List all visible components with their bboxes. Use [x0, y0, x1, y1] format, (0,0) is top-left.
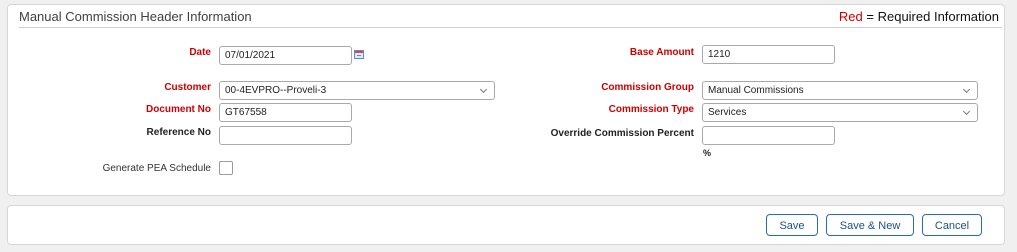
required-legend: Red = Required Information [839, 9, 999, 24]
date-input[interactable]: 07/01/2021 [219, 46, 352, 65]
document-no-label: Document No [146, 104, 211, 115]
legend-red-text: Red [838, 9, 863, 24]
commission-type-label: Commission Type [608, 104, 694, 115]
customer-select[interactable]: 00-4EVPRO--Proveli-3 [219, 81, 495, 100]
calendar-icon[interactable] [354, 50, 364, 59]
commission-group-label: Commission Group [601, 82, 694, 93]
customer-label: Customer [164, 82, 211, 93]
generate-pea-checkbox[interactable] [219, 161, 233, 175]
override-percent-input[interactable] [702, 126, 835, 145]
save-and-new-button[interactable]: Save & New [826, 214, 914, 236]
generate-pea-label: Generate PEA Schedule [102, 163, 211, 174]
panel-title: Manual Commission Header Information [19, 9, 252, 24]
base-amount-label: Base Amount [629, 47, 694, 58]
override-percent-label: Override Commission Percent [550, 128, 694, 139]
base-amount-input[interactable]: 1210 [702, 45, 835, 64]
reference-no-input[interactable] [219, 126, 352, 145]
commission-type-select[interactable]: Services [702, 103, 978, 122]
date-label: Date [189, 47, 211, 58]
document-no-input[interactable]: GT67558 [219, 103, 352, 122]
percent-unit: % [703, 148, 712, 158]
commission-group-select[interactable]: Manual Commissions [702, 81, 978, 100]
reference-no-label: Reference No [146, 127, 211, 138]
cancel-button[interactable]: Cancel [922, 214, 982, 236]
save-button[interactable]: Save [766, 214, 818, 236]
legend-description: = Required Information [866, 9, 999, 24]
title-divider [19, 27, 1002, 28]
